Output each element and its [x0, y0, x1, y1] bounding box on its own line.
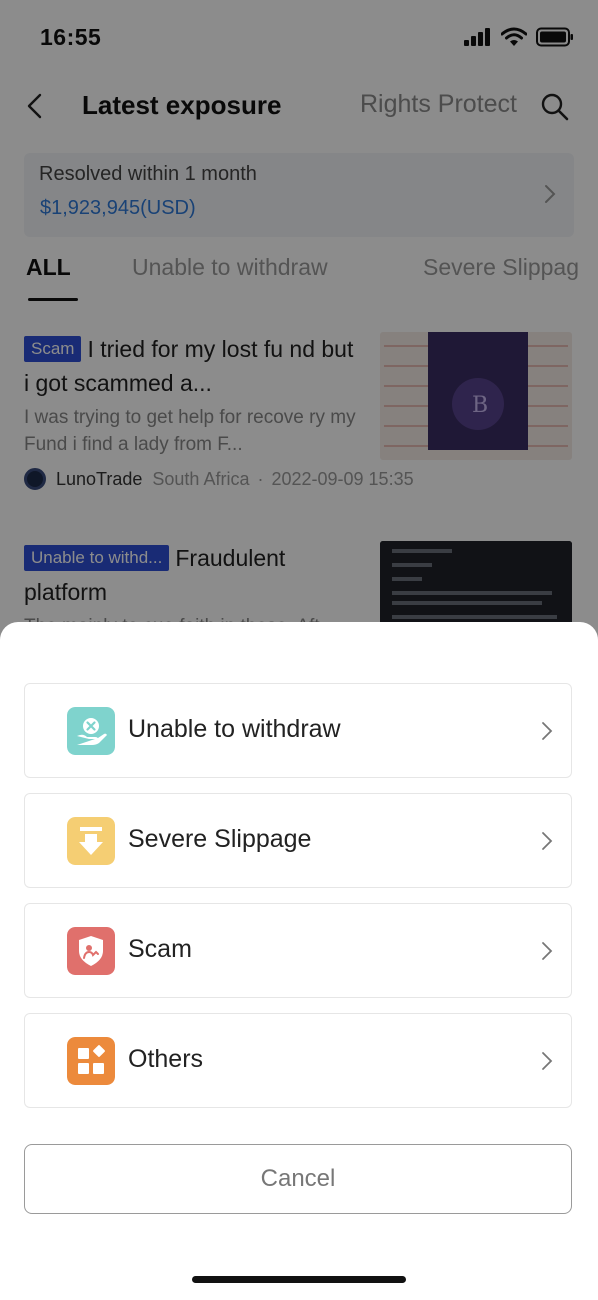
category-action-sheet: Unable to withdraw Severe Slippage Scam: [0, 622, 598, 1300]
option-others[interactable]: Others: [24, 1013, 572, 1108]
chevron-right-icon: [542, 1052, 553, 1070]
scam-shield-icon: [67, 927, 115, 975]
home-indicator[interactable]: [192, 1276, 406, 1283]
withdraw-hand-icon: [67, 707, 115, 755]
chevron-right-icon: [542, 942, 553, 960]
others-grid-icon: [67, 1037, 115, 1085]
slippage-arrow-icon: [67, 817, 115, 865]
option-unable-to-withdraw[interactable]: Unable to withdraw: [24, 683, 572, 778]
option-label: Scam: [128, 935, 192, 963]
option-label: Severe Slippage: [128, 825, 312, 853]
option-label: Unable to withdraw: [128, 715, 341, 743]
option-label: Others: [128, 1045, 204, 1073]
cancel-button[interactable]: Cancel: [24, 1144, 572, 1214]
chevron-right-icon: [542, 722, 553, 740]
option-scam[interactable]: Scam: [24, 903, 572, 998]
chevron-right-icon: [542, 832, 553, 850]
option-severe-slippage[interactable]: Severe Slippage: [24, 793, 572, 888]
